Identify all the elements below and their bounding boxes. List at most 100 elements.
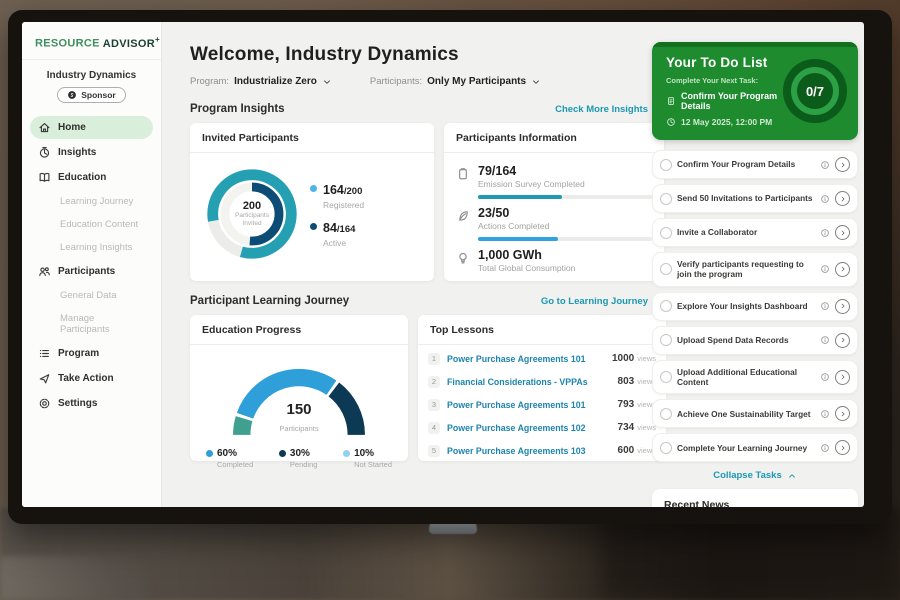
- recent-news-card: Recent News: [652, 489, 858, 507]
- go-to-learning-journey-label: Go to Learning Journey: [541, 296, 648, 307]
- task-open-button[interactable]: [835, 406, 850, 421]
- sidebar-item-settings[interactable]: Settings: [30, 392, 153, 415]
- info-row-main: 23/50Actions Completed: [478, 206, 652, 241]
- lesson-views-count: 803: [618, 376, 635, 387]
- lesson-views: 1000views: [612, 353, 656, 364]
- info-row-value: 23/50: [478, 206, 652, 220]
- task-checkbox[interactable]: [660, 442, 672, 454]
- todo-task-send-50-invitations-to-participants[interactable]: Send 50 Invitations to Participants: [652, 184, 858, 213]
- todo-next-task[interactable]: Confirm Your Program Details: [666, 91, 786, 111]
- sidebar-item-learning-journey[interactable]: Learning Journey: [30, 191, 153, 212]
- lesson-link[interactable]: Financial Considerations - VPPAs: [447, 377, 611, 387]
- todo-progress-counter: 0/7: [791, 67, 839, 115]
- sidebar-item-label: Settings: [58, 398, 97, 409]
- sidebar-item-take-action[interactable]: Take Action: [30, 367, 153, 390]
- sidebar-item-manage-participants[interactable]: Manage Participants: [30, 308, 153, 340]
- sidebar-item-label: Home: [58, 122, 86, 133]
- todo-task-invite-a-collaborator[interactable]: Invite a Collaborator: [652, 218, 858, 247]
- go-to-learning-journey-link[interactable]: Go to Learning Journey: [541, 296, 664, 307]
- lesson-rank: 2: [428, 376, 440, 388]
- todo-task-upload-spend-data-records[interactable]: Upload Spend Data Records: [652, 326, 858, 355]
- task-open-button[interactable]: [835, 299, 850, 314]
- lesson-views-count: 1000: [612, 353, 634, 364]
- progress-bar-fill: [478, 195, 562, 199]
- program-insights-header: Program Insights Check More Insights: [190, 103, 664, 115]
- donut-legend: 164/200Registered84/164Active: [310, 172, 364, 257]
- task-open-button[interactable]: [835, 333, 850, 348]
- donut-center-label: 200 Participants Invited: [198, 160, 306, 268]
- lesson-rank: 5: [428, 445, 440, 457]
- app-logo: RESOURCEADVISOR+: [22, 22, 161, 60]
- task-checkbox[interactable]: [660, 263, 672, 275]
- lesson-rank: 4: [428, 422, 440, 434]
- sidebar-item-education[interactable]: Education: [30, 166, 153, 189]
- task-checkbox[interactable]: [660, 408, 672, 420]
- sidebar-item-learning-insights[interactable]: Learning Insights: [30, 237, 153, 258]
- task-open-button[interactable]: [835, 191, 850, 206]
- lesson-views-count: 734: [618, 422, 635, 433]
- task-checkbox[interactable]: [660, 159, 672, 171]
- filter-program[interactable]: Program:Industrialize Zero: [190, 76, 332, 87]
- sidebar-item-insights[interactable]: Insights: [30, 141, 153, 164]
- lesson-rank: 1: [428, 353, 440, 365]
- donut-legend-entry-registered: 164/200Registered: [310, 181, 364, 210]
- lesson-rank: 3: [428, 399, 440, 411]
- education-progress-gauge: 150 Participants 60%Completed30%Pending1…: [190, 345, 408, 469]
- card-title-invited-participants: Invited Participants: [190, 123, 434, 153]
- gauge-legend-pct: 10%: [354, 448, 374, 459]
- task-open-button[interactable]: [835, 157, 850, 172]
- progress-bar-fill: [478, 237, 558, 241]
- task-label: Confirm Your Program Details: [677, 159, 815, 169]
- task-checkbox[interactable]: [660, 371, 672, 383]
- sidebar-item-general-data[interactable]: General Data: [30, 285, 153, 306]
- todo-task-explore-your-insights-dashboard[interactable]: Explore Your Insights Dashboard: [652, 292, 858, 321]
- sidebar-item-participants[interactable]: Participants: [30, 260, 153, 283]
- lesson-link[interactable]: Power Purchase Agreements 102: [447, 423, 611, 433]
- learning-journey-header: Participant Learning Journey Go to Learn…: [190, 295, 664, 307]
- card-title-top-lessons: Top Lessons: [418, 315, 666, 345]
- learning-journey-cards: Education Progress 150 Participants 60%C…: [190, 315, 667, 461]
- lesson-link[interactable]: Power Purchase Agreements 101: [447, 400, 611, 410]
- settings-icon: [38, 397, 51, 410]
- todo-task-confirm-your-program-details[interactable]: Confirm Your Program Details: [652, 150, 858, 179]
- check-more-insights-link[interactable]: Check More Insights: [555, 104, 664, 115]
- task-open-button[interactable]: [835, 262, 850, 277]
- info-row-actions-completed: 23/50Actions Completed: [456, 206, 652, 241]
- task-checkbox[interactable]: [660, 300, 672, 312]
- program-icon: [38, 347, 51, 360]
- task-checkbox[interactable]: [660, 334, 672, 346]
- task-open-button[interactable]: [835, 440, 850, 455]
- lesson-link[interactable]: Power Purchase Agreements 101: [447, 354, 605, 364]
- donut-legend-total: 164: [340, 224, 356, 235]
- filter-participants[interactable]: Participants:Only My Participants: [370, 76, 541, 87]
- info-row-emission-survey-completed: 79/164Emission Survey Completed: [456, 164, 652, 199]
- page-title: Welcome, Industry Dynamics: [190, 44, 667, 66]
- todo-task-verify-participants-requesting-to-join-the-program[interactable]: Verify participants requesting to join t…: [652, 252, 858, 287]
- todo-task-upload-additional-educational-content[interactable]: Upload Additional Educational Content: [652, 360, 858, 395]
- clipboard-icon: [456, 167, 470, 181]
- gauge-legend-label: Completed: [217, 460, 253, 469]
- sidebar-item-label: Education: [58, 172, 106, 183]
- task-label: Verify participants requesting to join t…: [677, 259, 815, 280]
- sidebar-item-program[interactable]: Program: [30, 342, 153, 365]
- gauge-legend-pct: 30%: [290, 448, 310, 459]
- invited-participants-card: Invited Participants 200 Participants In…: [190, 123, 434, 281]
- todo-task-achieve-one-sustainability-target[interactable]: Achieve One Sustainability Target: [652, 399, 858, 428]
- legend-dot: [279, 450, 286, 457]
- task-label: Complete Your Learning Journey: [677, 443, 815, 453]
- task-open-button[interactable]: [835, 370, 850, 385]
- donut-legend-text: 164/200Registered: [323, 181, 364, 210]
- task-open-button[interactable]: [835, 225, 850, 240]
- sidebar-item-education-content[interactable]: Education Content: [30, 214, 153, 235]
- invited-participants-donut: 200 Participants Invited: [198, 160, 306, 268]
- todo-task-complete-your-learning-journey[interactable]: Complete Your Learning Journey: [652, 433, 858, 462]
- task-checkbox[interactable]: [660, 193, 672, 205]
- task-checkbox[interactable]: [660, 227, 672, 239]
- sponsor-badge[interactable]: Sponsor: [57, 87, 125, 103]
- lesson-link[interactable]: Power Purchase Agreements 103: [447, 446, 611, 456]
- sidebar-item-home[interactable]: Home: [30, 116, 153, 139]
- gauge-center-caption: Participants: [279, 424, 318, 433]
- collapse-tasks-link[interactable]: Collapse Tasks: [652, 470, 858, 481]
- gauge-legend: 60%Completed30%Pending10%Not Started: [190, 446, 408, 469]
- filter-label: Participants:: [370, 76, 422, 87]
